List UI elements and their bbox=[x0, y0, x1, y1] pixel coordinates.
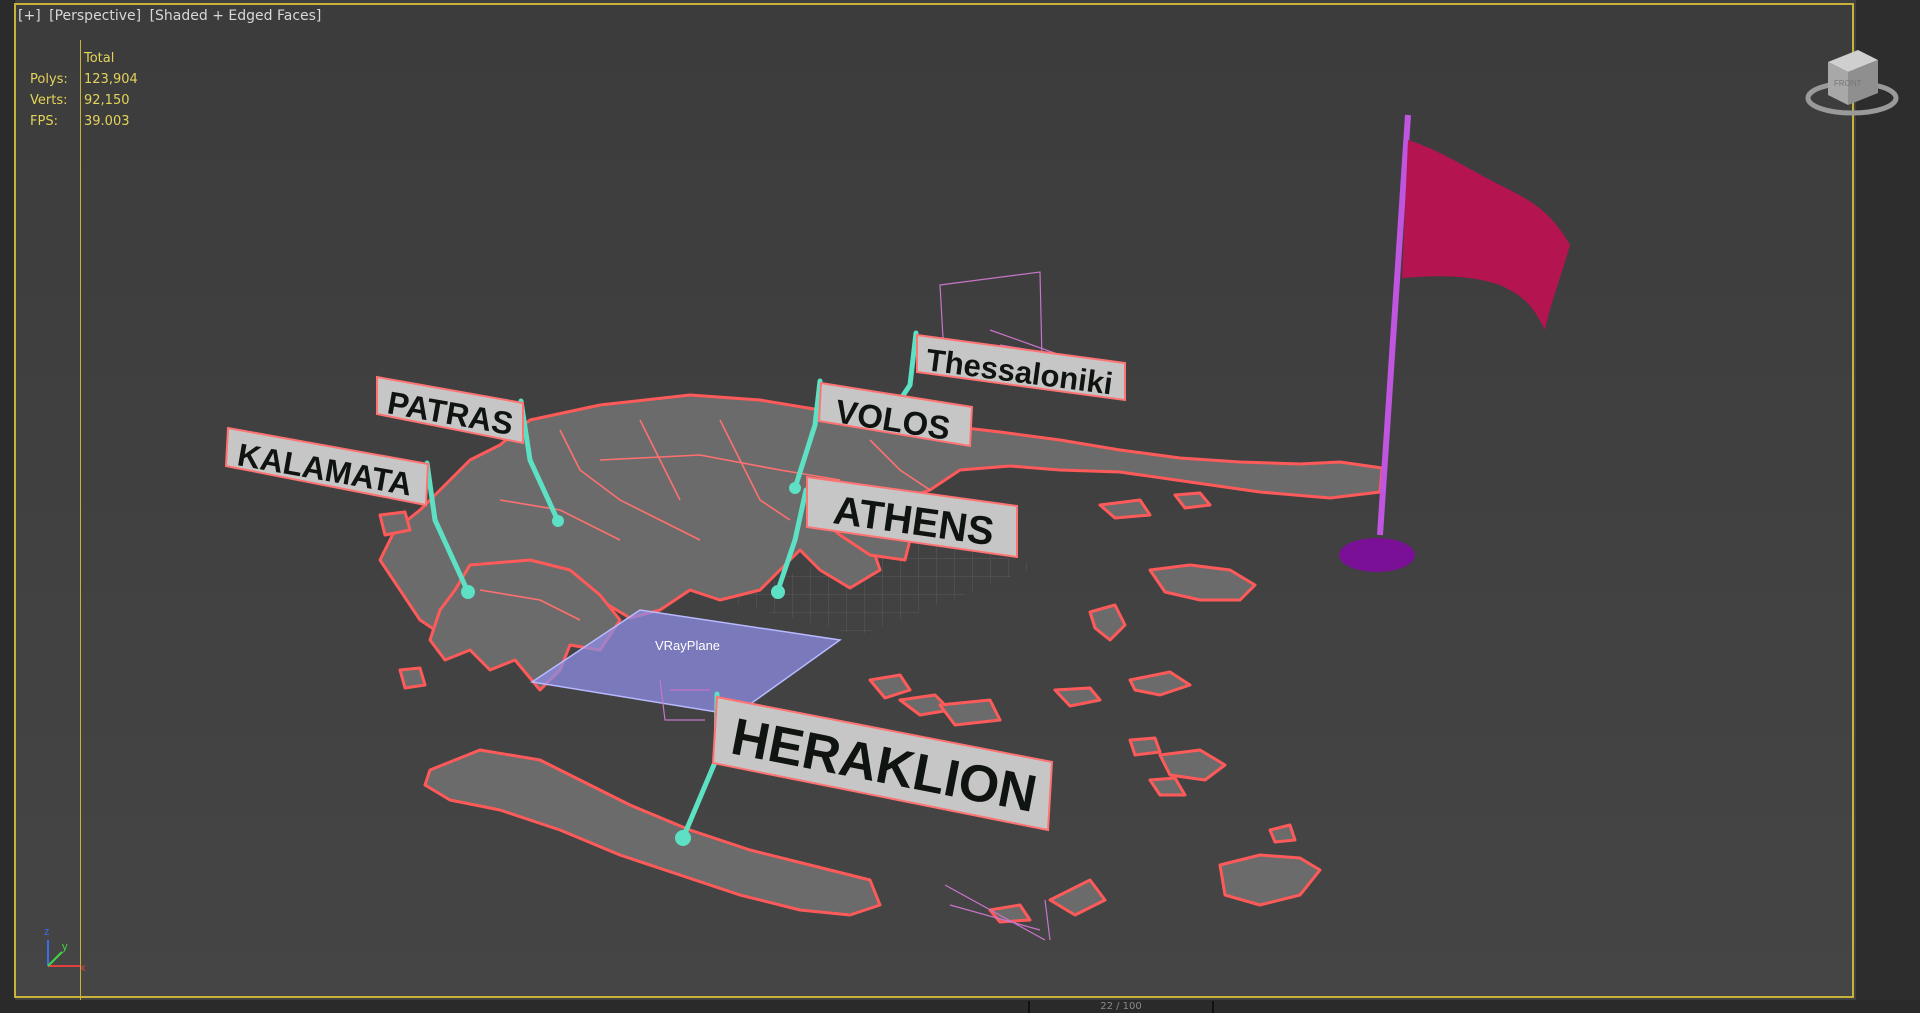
axis-tripod: z y x bbox=[44, 926, 86, 974]
flag-pole[interactable] bbox=[1377, 114, 1411, 536]
pin-stem-thessaloniki bbox=[897, 330, 919, 403]
pin-stem-heraklion bbox=[680, 691, 720, 841]
vray-plane-label: VRayPlane bbox=[655, 638, 720, 653]
greece-map-mesh[interactable] bbox=[378, 393, 1384, 924]
sign-kalamata[interactable]: KALAMATA bbox=[224, 426, 430, 507]
sign-patras[interactable]: PATRAS bbox=[376, 375, 524, 445]
island-h bbox=[398, 666, 427, 690]
perspective-viewport[interactable]: [+] [Perspective] [Shaded + Edged Faces]… bbox=[0, 0, 1920, 1013]
svg-text:FRONT: FRONT bbox=[1834, 79, 1862, 88]
time-slider-strip bbox=[0, 1000, 1920, 1013]
viewcube[interactable]: FRONT bbox=[1805, 50, 1899, 116]
flag-base[interactable] bbox=[1339, 538, 1415, 572]
axis-label-y: y bbox=[62, 941, 68, 953]
island-f bbox=[1098, 498, 1152, 520]
island-a bbox=[1053, 686, 1102, 708]
sign-heraklion[interactable]: HERAKLION bbox=[711, 695, 1054, 832]
naxos bbox=[1158, 748, 1227, 782]
chios bbox=[1088, 603, 1127, 642]
island-k bbox=[1148, 776, 1187, 797]
axis-label-z: z bbox=[44, 926, 50, 938]
flag-cloth[interactable] bbox=[1402, 140, 1570, 330]
island-b bbox=[868, 673, 912, 700]
island-g bbox=[378, 510, 412, 537]
sign-label-heraklion: HERAKLION bbox=[727, 708, 1041, 824]
island-i bbox=[1128, 736, 1162, 757]
scene-canvas[interactable]: VRayPlane FRONT Thessaloniki VOLOS PATRA… bbox=[0, 0, 1920, 1013]
ikaria-samos bbox=[1128, 670, 1192, 697]
island-j bbox=[1268, 823, 1297, 844]
time-slider-frame-readout[interactable]: 22 / 100 bbox=[1028, 1001, 1214, 1013]
island-e bbox=[1173, 491, 1212, 510]
island-m bbox=[1048, 878, 1107, 917]
island-d bbox=[938, 698, 1002, 727]
rhodes-area bbox=[1218, 853, 1322, 907]
lesvos bbox=[1148, 563, 1257, 602]
sign-thessaloniki[interactable]: Thessaloniki bbox=[916, 333, 1126, 401]
axis-label-x: x bbox=[80, 962, 86, 974]
